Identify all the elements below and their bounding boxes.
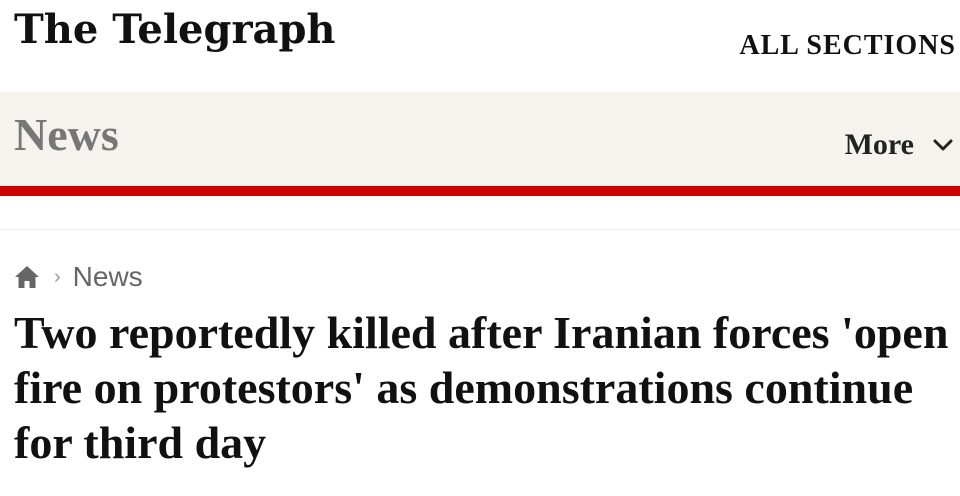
section-bar: News More — [0, 92, 960, 186]
more-label: More — [844, 128, 914, 161]
masthead: The Telegraph ALL SECTIONS — [0, 0, 960, 92]
chevron-down-icon — [933, 139, 953, 151]
more-menu-button[interactable]: More — [845, 128, 954, 162]
breadcrumb-item-news[interactable]: News — [73, 261, 143, 293]
page: The Telegraph ALL SECTIONS News More › N… — [0, 0, 960, 496]
article-headline: Two reportedly killed after Iranian forc… — [14, 307, 949, 468]
section-title-news[interactable]: News — [14, 108, 119, 161]
all-sections-link[interactable]: ALL SECTIONS — [739, 30, 956, 62]
section-accent-rule — [0, 186, 960, 196]
divider — [0, 229, 960, 230]
breadcrumb-separator: › — [54, 265, 61, 288]
home-icon[interactable] — [14, 264, 40, 290]
breadcrumb: › News — [14, 258, 143, 296]
telegraph-logo[interactable]: The Telegraph — [14, 6, 336, 53]
